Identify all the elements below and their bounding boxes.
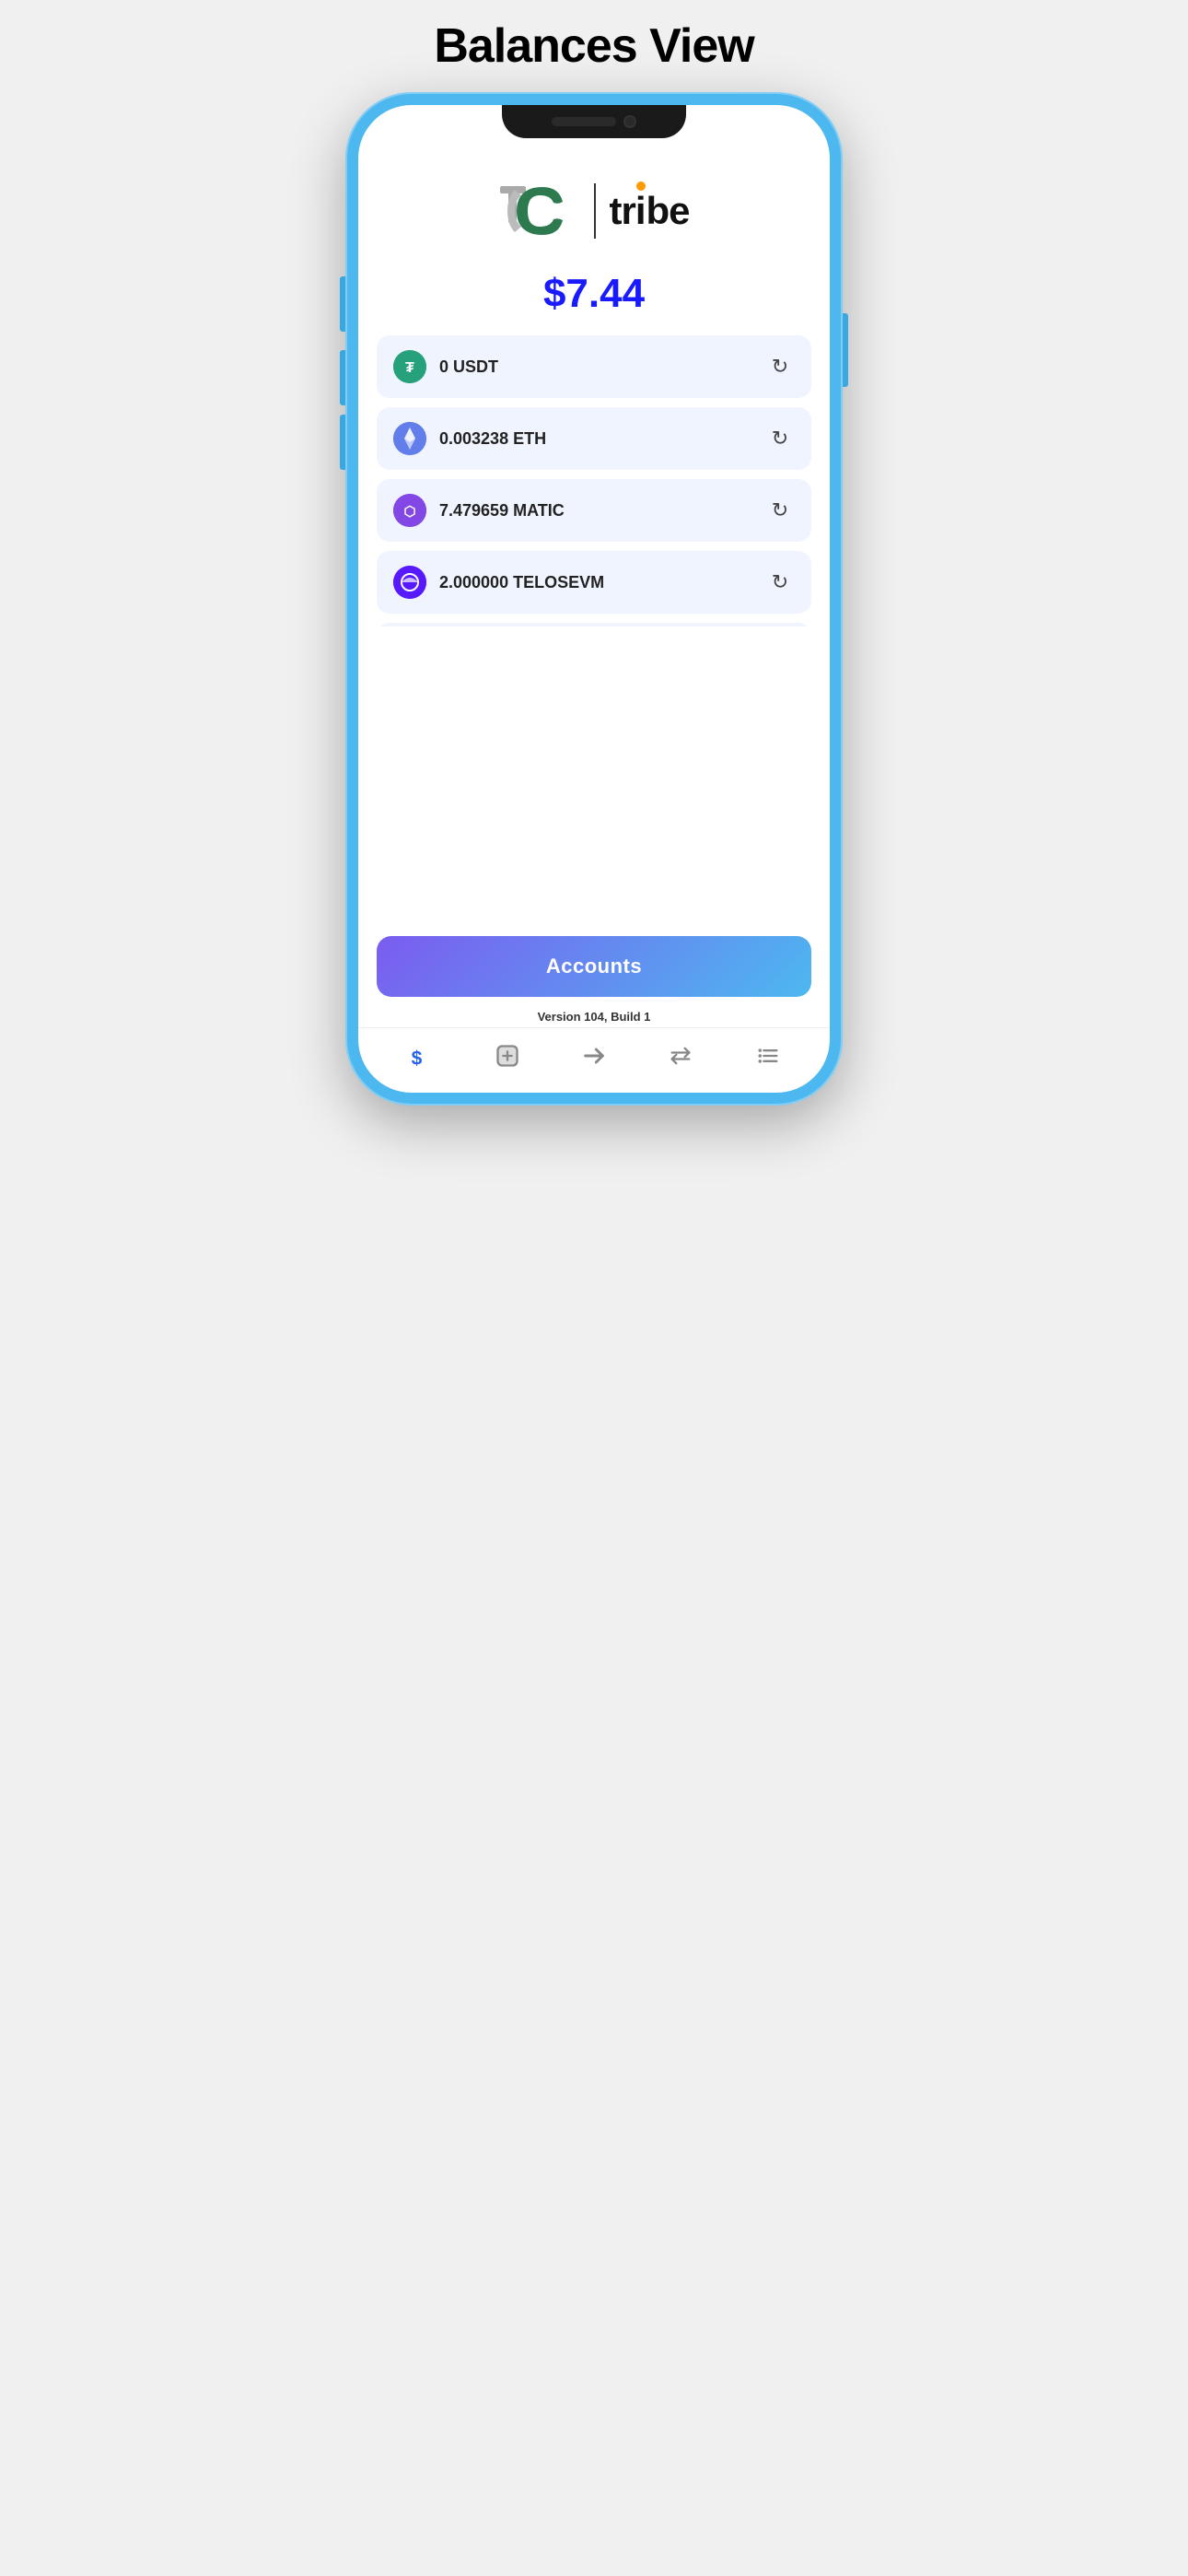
accounts-section: Accounts xyxy=(358,918,830,1004)
phone-frame: tr i be $7.44 xyxy=(345,92,843,1106)
usdt-refresh-button[interactable]: ↻ xyxy=(765,352,795,381)
nav-balance[interactable]: $ xyxy=(397,1037,443,1074)
token-row-matic[interactable]: ⬡ 7.479659 MATIC ↻ xyxy=(377,479,811,542)
phone-screen: tr i be $7.44 xyxy=(358,105,830,1093)
usdt-icon: ₮ xyxy=(393,350,426,383)
logo-area: tr i be xyxy=(358,151,830,262)
svg-text:₮: ₮ xyxy=(405,360,414,376)
logo-divider xyxy=(594,183,596,239)
eth-icon xyxy=(393,422,426,455)
svg-text:$: $ xyxy=(412,1048,423,1069)
telosevm-label: 2.000000 TELOSEVM xyxy=(439,573,604,592)
telosevm-refresh-button[interactable]: ↻ xyxy=(765,568,795,597)
page-title: Balances View xyxy=(434,18,753,74)
tc-logo-icon xyxy=(498,179,581,243)
notch-camera xyxy=(623,115,636,128)
token-row-eth[interactable]: 0.003238 ETH ↻ xyxy=(377,407,811,470)
nav-send[interactable] xyxy=(571,1037,617,1074)
token-list: ₮ 0 USDT ↻ xyxy=(358,335,830,626)
token-row-telosevm[interactable]: 2.000000 TELOSEVM ↻ xyxy=(377,551,811,614)
eth-label: 0.003238 ETH xyxy=(439,429,546,449)
notch-sensors xyxy=(552,117,616,126)
nav-swap[interactable] xyxy=(658,1037,704,1074)
total-balance-section: $7.44 xyxy=(358,262,830,335)
matic-icon: ⬡ xyxy=(393,494,426,527)
telosevm-icon xyxy=(393,566,426,599)
total-balance-amount: $7.44 xyxy=(543,271,645,316)
nav-add[interactable] xyxy=(484,1037,530,1074)
eth-refresh-button[interactable]: ↻ xyxy=(765,424,795,453)
usdt-label: 0 USDT xyxy=(439,357,498,377)
token-row-usdt[interactable]: ₮ 0 USDT ↻ xyxy=(377,335,811,398)
nav-list[interactable] xyxy=(745,1037,791,1074)
phone-notch xyxy=(502,105,686,138)
matic-label: 7.479659 MATIC xyxy=(439,501,565,521)
bottom-navigation: $ xyxy=(358,1027,830,1093)
version-info: Version 104, Build 1 xyxy=(358,1004,830,1027)
svg-text:⬡: ⬡ xyxy=(403,504,415,520)
accounts-button[interactable]: Accounts xyxy=(377,936,811,997)
matic-refresh-button[interactable]: ↻ xyxy=(765,496,795,525)
